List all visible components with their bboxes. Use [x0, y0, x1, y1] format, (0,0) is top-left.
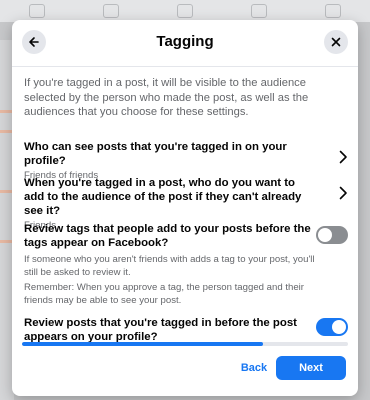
review-tags-note: Remember: When you approve a tag, the pe…: [24, 282, 304, 306]
video-icon: [177, 4, 193, 18]
setting-review-posts: Review posts that you're tagged in befor…: [24, 316, 348, 344]
setting-review-tags: Review tags that people add to your post…: [24, 222, 348, 307]
intro-text: If you're tagged in a post, it will be v…: [24, 77, 309, 118]
chevron-right-icon: [339, 186, 347, 200]
review-posts-toggle[interactable]: [316, 318, 348, 336]
toggle-knob: [332, 320, 346, 334]
toggle-knob: [318, 228, 332, 242]
setting-title: Who can see posts that you're tagged in …: [24, 141, 287, 167]
next-button[interactable]: Next: [276, 356, 346, 380]
chevron-right-icon: [339, 150, 347, 164]
profile-icon: [325, 4, 341, 18]
review-tags-title: Review tags that people add to your post…: [24, 223, 311, 249]
dialog-title: Tagging: [156, 33, 214, 50]
review-tags-description: If someone who you aren't friends with a…: [24, 254, 315, 278]
background-nav-bar: [0, 0, 370, 22]
dialog-content: If you're tagged in a post, it will be v…: [24, 76, 348, 351]
close-icon: [331, 37, 341, 47]
review-tags-toggle[interactable]: [316, 226, 348, 244]
tagging-dialog: Tagging If you're tagged in a post, it w…: [12, 20, 358, 396]
setting-title: When you're tagged in a post, who do you…: [24, 177, 302, 217]
progress-bar: [22, 342, 348, 346]
progress-fill: [22, 342, 264, 346]
home-icon: [29, 4, 45, 18]
back-button[interactable]: Back: [234, 356, 274, 380]
close-button[interactable]: [324, 30, 348, 54]
dialog-header: Tagging: [12, 20, 358, 67]
chart-icon: [103, 4, 119, 18]
review-posts-title: Review posts that you're tagged in befor…: [24, 317, 297, 343]
store-icon: [251, 4, 267, 18]
